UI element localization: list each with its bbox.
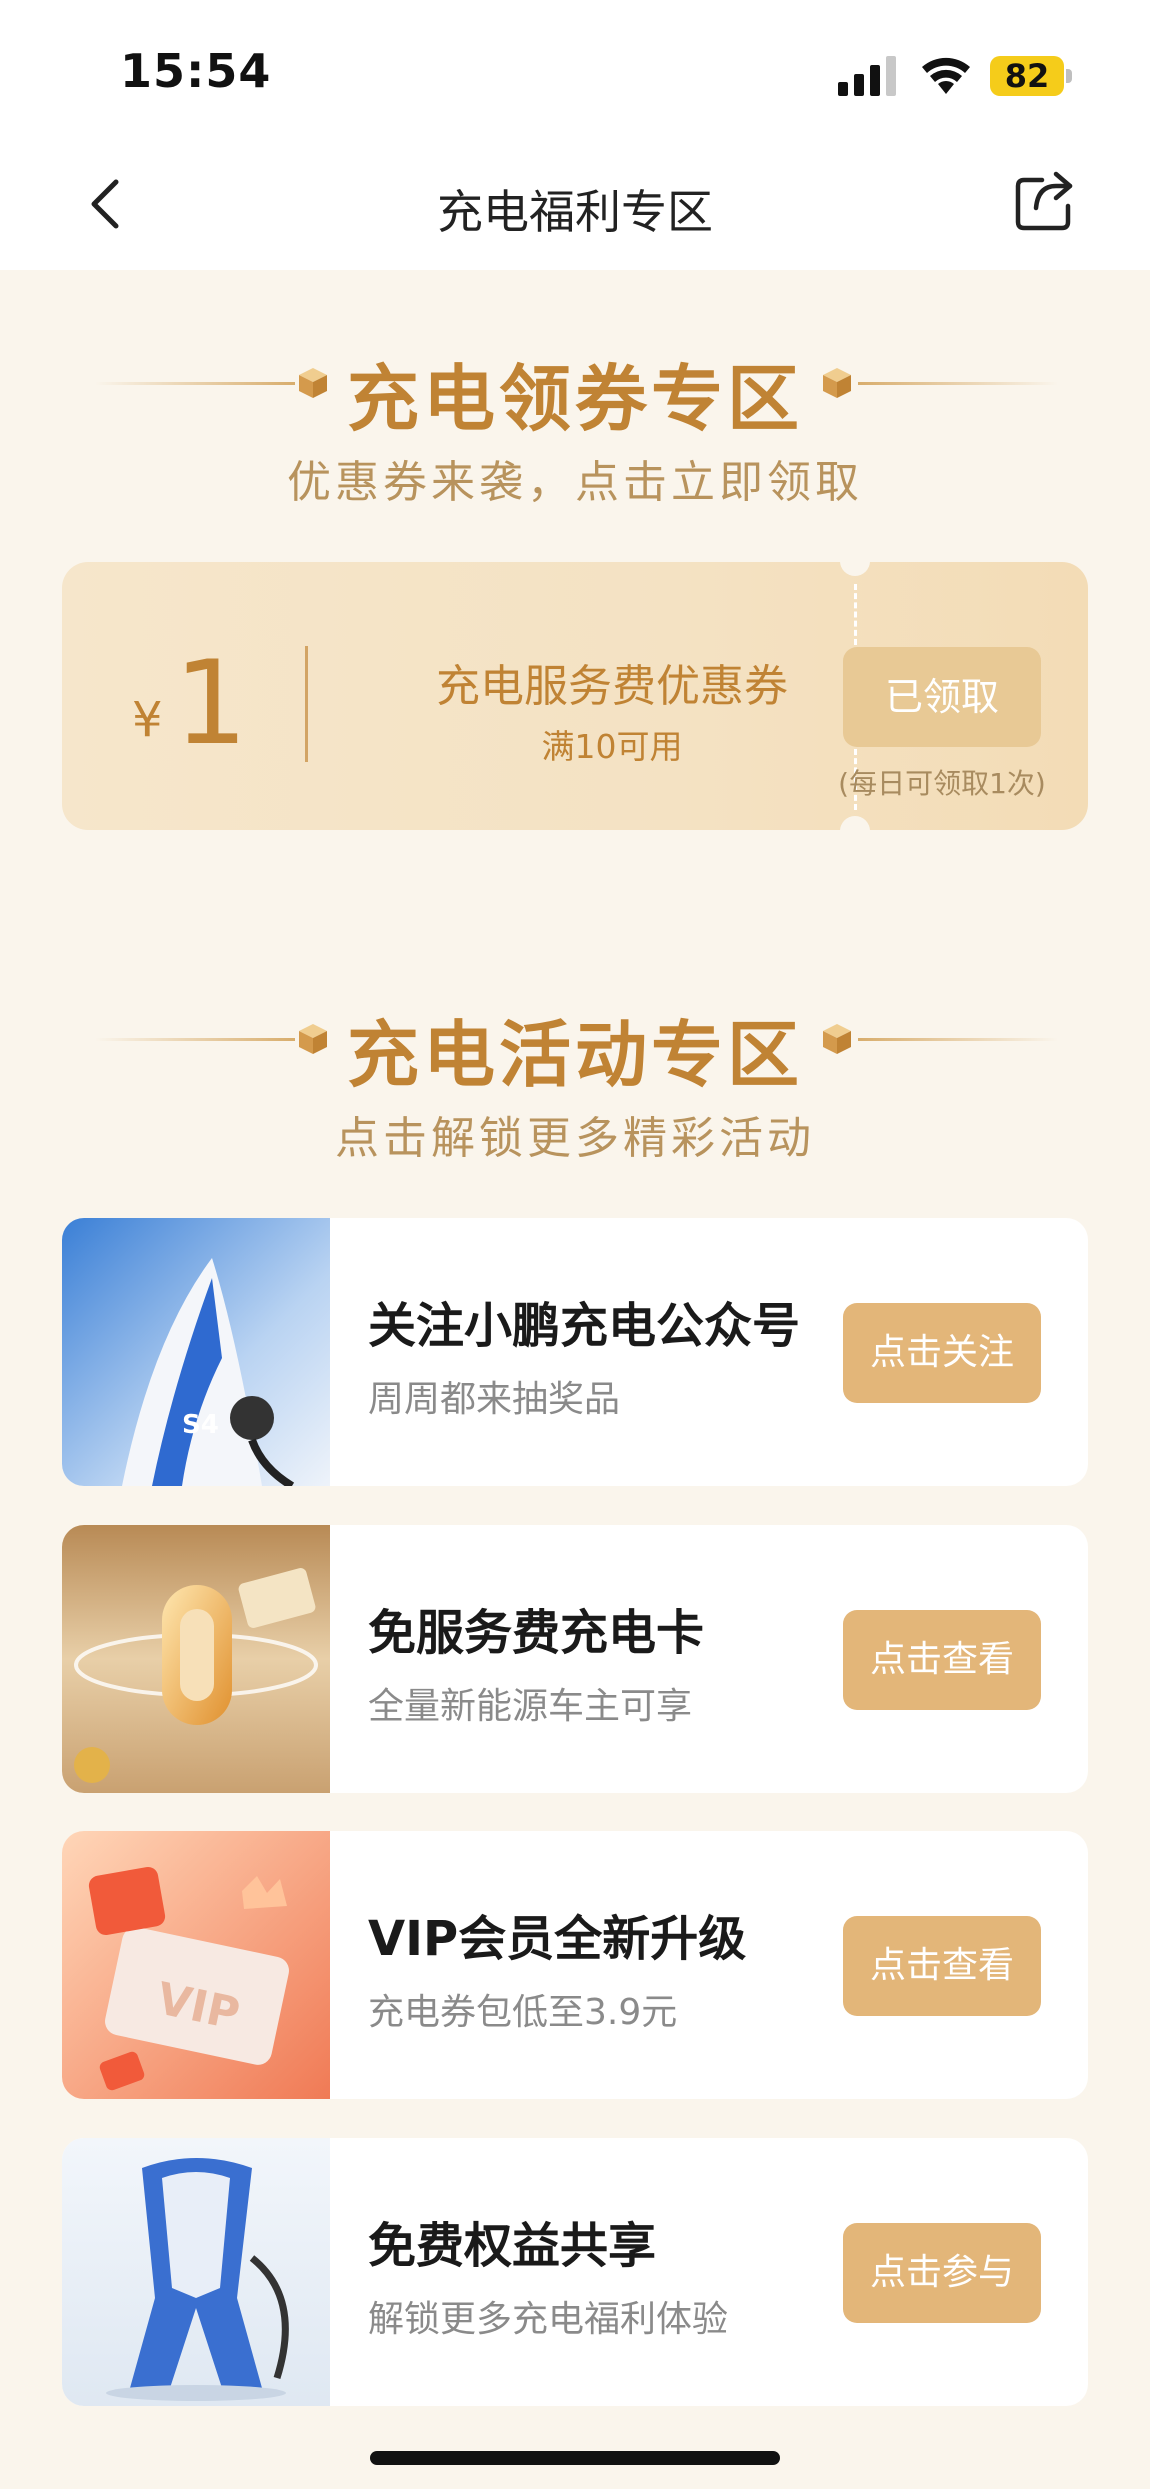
coupon-section-subtitle: 优惠券来袭，点击立即领取 [287,457,863,508]
svg-text:S4: S4 [182,1410,219,1440]
charging-pile-image: S4 [62,1218,330,1486]
coupon-currency: ¥ [132,692,163,748]
cube-icon [823,1024,851,1054]
battery-level: 82 [1004,57,1050,95]
coupon-claimed-button[interactable]: 已领取 [843,647,1041,747]
share-icon[interactable] [1012,170,1076,234]
activity-subtitle: 解锁更多充电福利体验 [368,2299,729,2340]
activity-subtitle: 充电券包低至3.9元 [368,1992,678,2033]
charging-station-image [62,2138,330,2406]
free-charge-card-image [62,1525,330,1793]
home-indicator[interactable] [370,2451,780,2465]
activity-title: 免服务费充电卡 [368,1605,705,1661]
activity-title: 免费权益共享 [368,2218,657,2274]
page-title: 充电福利专区 [437,185,713,239]
coupon-amount: 1 [174,636,248,771]
activity-card-free-service[interactable]: 免服务费充电卡 全量新能源车主可享 点击查看 [62,1525,1088,1793]
activity-subtitle: 全量新能源车主可享 [368,1686,693,1727]
activity-card-share[interactable]: 免费权益共享 解锁更多充电福利体验 点击参与 [62,2138,1088,2406]
wifi-icon [922,57,970,94]
view-button[interactable]: 点击查看 [843,1610,1041,1710]
divider-line-right [858,1038,1058,1041]
activity-title: 关注小鹏充电公众号 [368,1298,801,1354]
coupon-name: 充电服务费优惠券 [436,661,788,712]
status-bar: 15:54 82 [0,0,1150,150]
divider-line-right [858,382,1058,385]
view-button[interactable]: 点击查看 [843,1916,1041,2016]
follow-button[interactable]: 点击关注 [843,1303,1041,1403]
status-time: 15:54 [120,44,272,98]
coupon-condition: 满10可用 [541,727,683,766]
activity-section-subtitle: 点击解锁更多精彩活动 [335,1113,815,1164]
coupon-card: ¥ 1 充电服务费优惠券 满10可用 已领取 (每日可领取1次) [62,562,1088,830]
activity-title: VIP会员全新升级 [368,1911,747,1967]
coupon-divider [305,646,308,762]
activity-subtitle: 周周都来抽奖品 [368,1379,621,1420]
coupon-section-title: 充电领券专区 [346,357,803,441]
activity-section-header: 充电活动专区 [0,996,1150,1097]
activity-section-title: 充电活动专区 [346,1013,803,1097]
cube-icon [823,368,851,398]
join-button[interactable]: 点击参与 [843,2223,1041,2323]
activity-card-vip[interactable]: VIP VIP会员全新升级 充电券包低至3.9元 点击查看 [62,1831,1088,2099]
coupon-section-header: 充电领券专区 [0,340,1150,441]
nav-bar: 充电福利专区 [0,150,1150,270]
vip-card-image: VIP [62,1831,330,2099]
cellular-signal-icon [838,56,896,96]
battery-indicator: 82 [990,56,1074,96]
activity-card-follow[interactable]: S4 关注小鹏充电公众号 周周都来抽奖品 点击关注 [62,1218,1088,1486]
coupon-limit-note: (每日可领取1次) [838,767,1046,800]
